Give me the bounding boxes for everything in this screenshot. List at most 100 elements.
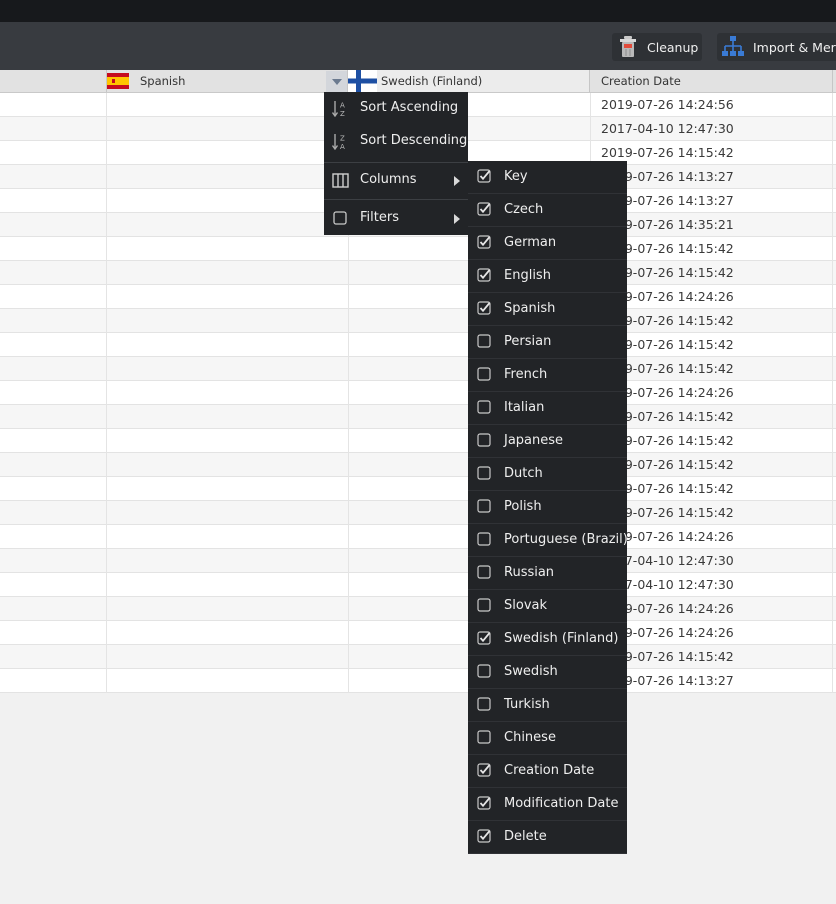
- column-header-swedish-finland[interactable]: Swedish (Finland): [348, 70, 590, 92]
- column-header-creation-date[interactable]: Creation Date: [590, 70, 833, 92]
- column-divider: [832, 453, 833, 477]
- checkbox-checked-icon[interactable]: [477, 829, 491, 843]
- column-toggle-chinese[interactable]: Chinese: [468, 722, 627, 755]
- column-divider: [348, 669, 349, 693]
- checkbox-checked-icon[interactable]: [477, 202, 491, 216]
- sitemap-icon: [722, 36, 744, 56]
- table-row[interactable]: 2019-07-26 14:15:42: [0, 453, 836, 477]
- svg-text:A: A: [340, 102, 345, 110]
- column-divider: [832, 237, 833, 261]
- column-toggle-label: Swedish: [504, 664, 558, 679]
- column-toggle-creation-date[interactable]: Creation Date: [468, 755, 627, 788]
- checkbox-checked-icon[interactable]: [477, 235, 491, 249]
- column-toggle-turkish[interactable]: Turkish: [468, 689, 627, 722]
- column-toggle-japanese[interactable]: Japanese: [468, 425, 627, 458]
- column-divider: [590, 117, 591, 141]
- column-toggle-modification-date[interactable]: Modification Date: [468, 788, 627, 821]
- checkbox-unchecked-icon[interactable]: [477, 400, 491, 414]
- table-row[interactable]: 2019-07-26 14:15:42: [0, 477, 836, 501]
- column-toggle-label: Chinese: [504, 730, 556, 745]
- menu-sort-descending[interactable]: Z A Sort Descending: [324, 125, 468, 158]
- column-toggle-polish[interactable]: Polish: [468, 491, 627, 524]
- column-divider: [348, 501, 349, 525]
- column-divider: [106, 141, 107, 165]
- checkbox-checked-icon[interactable]: [477, 796, 491, 810]
- column-toggle-swedish[interactable]: Swedish: [468, 656, 627, 689]
- checkbox-checked-icon[interactable]: [477, 631, 491, 645]
- table-row[interactable]: 2019-07-26 14:24:26: [0, 621, 836, 645]
- column-toggle-key[interactable]: Key: [468, 161, 627, 194]
- column-divider: [832, 213, 833, 237]
- table-row[interactable]: 2019-07-26 14:13:27: [0, 669, 836, 693]
- columns-submenu: Key Czech German English Spanish Persian Frenc…: [468, 161, 628, 854]
- column-header-blank[interactable]: [0, 70, 107, 92]
- column-toggle-portuguese-brazil[interactable]: Portuguese (Brazil): [468, 524, 628, 557]
- checkbox-unchecked-icon[interactable]: [477, 433, 491, 447]
- submenu-arrow-icon: [454, 176, 460, 186]
- checkbox-unchecked-icon[interactable]: [477, 565, 491, 579]
- checkbox-unchecked-icon[interactable]: [477, 598, 491, 612]
- column-toggle-french[interactable]: French: [468, 359, 627, 392]
- checkbox-unchecked-icon[interactable]: [477, 532, 491, 546]
- column-divider: [348, 453, 349, 477]
- column-toggle-slovak[interactable]: Slovak: [468, 590, 627, 623]
- checkbox-checked-icon[interactable]: [477, 268, 491, 282]
- table-row[interactable]: 2019-07-26 14:15:42: [0, 309, 836, 333]
- checkbox-checked-icon[interactable]: [477, 169, 491, 183]
- column-divider: [832, 429, 833, 453]
- sort-descending-icon: Z A: [332, 134, 345, 150]
- column-toggle-label: Russian: [504, 565, 555, 580]
- checkbox-unchecked-icon[interactable]: [477, 334, 491, 348]
- column-toggle-czech[interactable]: Czech: [468, 194, 627, 227]
- column-toggle-swedish-finland[interactable]: Swedish (Finland): [468, 623, 627, 656]
- table-row[interactable]: 2017-04-10 12:47:30: [0, 573, 836, 597]
- checkbox-checked-icon[interactable]: [477, 763, 491, 777]
- table-row[interactable]: 2019-07-26 14:15:42: [0, 261, 836, 285]
- column-toggle-italian[interactable]: Italian: [468, 392, 627, 425]
- table-row[interactable]: 2019-07-26 14:15:42: [0, 429, 836, 453]
- menu-columns[interactable]: Columns: [324, 164, 468, 197]
- checkbox-unchecked-icon[interactable]: [477, 697, 491, 711]
- table-row[interactable]: 2019-07-26 14:15:42: [0, 333, 836, 357]
- column-toggle-german[interactable]: German: [468, 227, 627, 260]
- table-row[interactable]: 2019-07-26 14:24:26: [0, 597, 836, 621]
- cleanup-button[interactable]: Cleanup: [612, 33, 702, 61]
- column-toggle-delete[interactable]: Delete: [468, 821, 627, 854]
- table-row[interactable]: 2017-04-10 12:47:30: [0, 549, 836, 573]
- column-toggle-russian[interactable]: Russian: [468, 557, 627, 590]
- checkbox-checked-icon[interactable]: [477, 301, 491, 315]
- table-row[interactable]: 2019-07-26 14:15:42: [0, 357, 836, 381]
- column-divider: [106, 573, 107, 597]
- checkbox-unchecked-icon[interactable]: [477, 730, 491, 744]
- column-toggle-spanish[interactable]: Spanish: [468, 293, 627, 326]
- column-divider: [832, 621, 833, 645]
- table-row[interactable]: 2019-07-26 14:15:42: [0, 645, 836, 669]
- column-toggle-english[interactable]: English: [468, 260, 627, 293]
- checkbox-unchecked-icon[interactable]: [477, 367, 491, 381]
- menu-separator: [324, 199, 468, 200]
- table-row[interactable]: 2019-07-26 14:15:42: [0, 501, 836, 525]
- column-toggle-label: Swedish (Finland): [504, 631, 619, 646]
- table-row[interactable]: 2019-07-26 14:15:42: [0, 405, 836, 429]
- column-divider: [106, 405, 107, 429]
- checkbox-unchecked-icon[interactable]: [477, 466, 491, 480]
- checkbox-unchecked-icon[interactable]: [332, 210, 349, 227]
- table-row[interactable]: 2019-07-26 14:24:26: [0, 285, 836, 309]
- column-toggle-dutch[interactable]: Dutch: [468, 458, 627, 491]
- menu-sort-ascending[interactable]: A Z Sort Ascending: [324, 92, 468, 125]
- column-divider: [348, 357, 349, 381]
- table-row[interactable]: 2019-07-26 14:24:26: [0, 525, 836, 549]
- column-menu-trigger[interactable]: [326, 71, 347, 92]
- checkbox-unchecked-icon[interactable]: [477, 499, 491, 513]
- checkbox-unchecked-icon[interactable]: [477, 664, 491, 678]
- column-toggle-persian[interactable]: Persian: [468, 326, 627, 359]
- table-row[interactable]: 2019-07-26 14:15:42: [0, 237, 836, 261]
- column-divider: [832, 357, 833, 381]
- submenu-arrow-icon: [454, 214, 460, 224]
- table-row[interactable]: 2019-07-26 14:24:26: [0, 381, 836, 405]
- column-header-spanish[interactable]: Spanish: [107, 70, 348, 92]
- column-toggle-label: French: [504, 367, 548, 382]
- menu-filters[interactable]: Filters: [324, 202, 468, 235]
- column-toggle-label: Modification Date: [504, 796, 619, 811]
- import-merge-button[interactable]: Import & Merge: [717, 33, 836, 61]
